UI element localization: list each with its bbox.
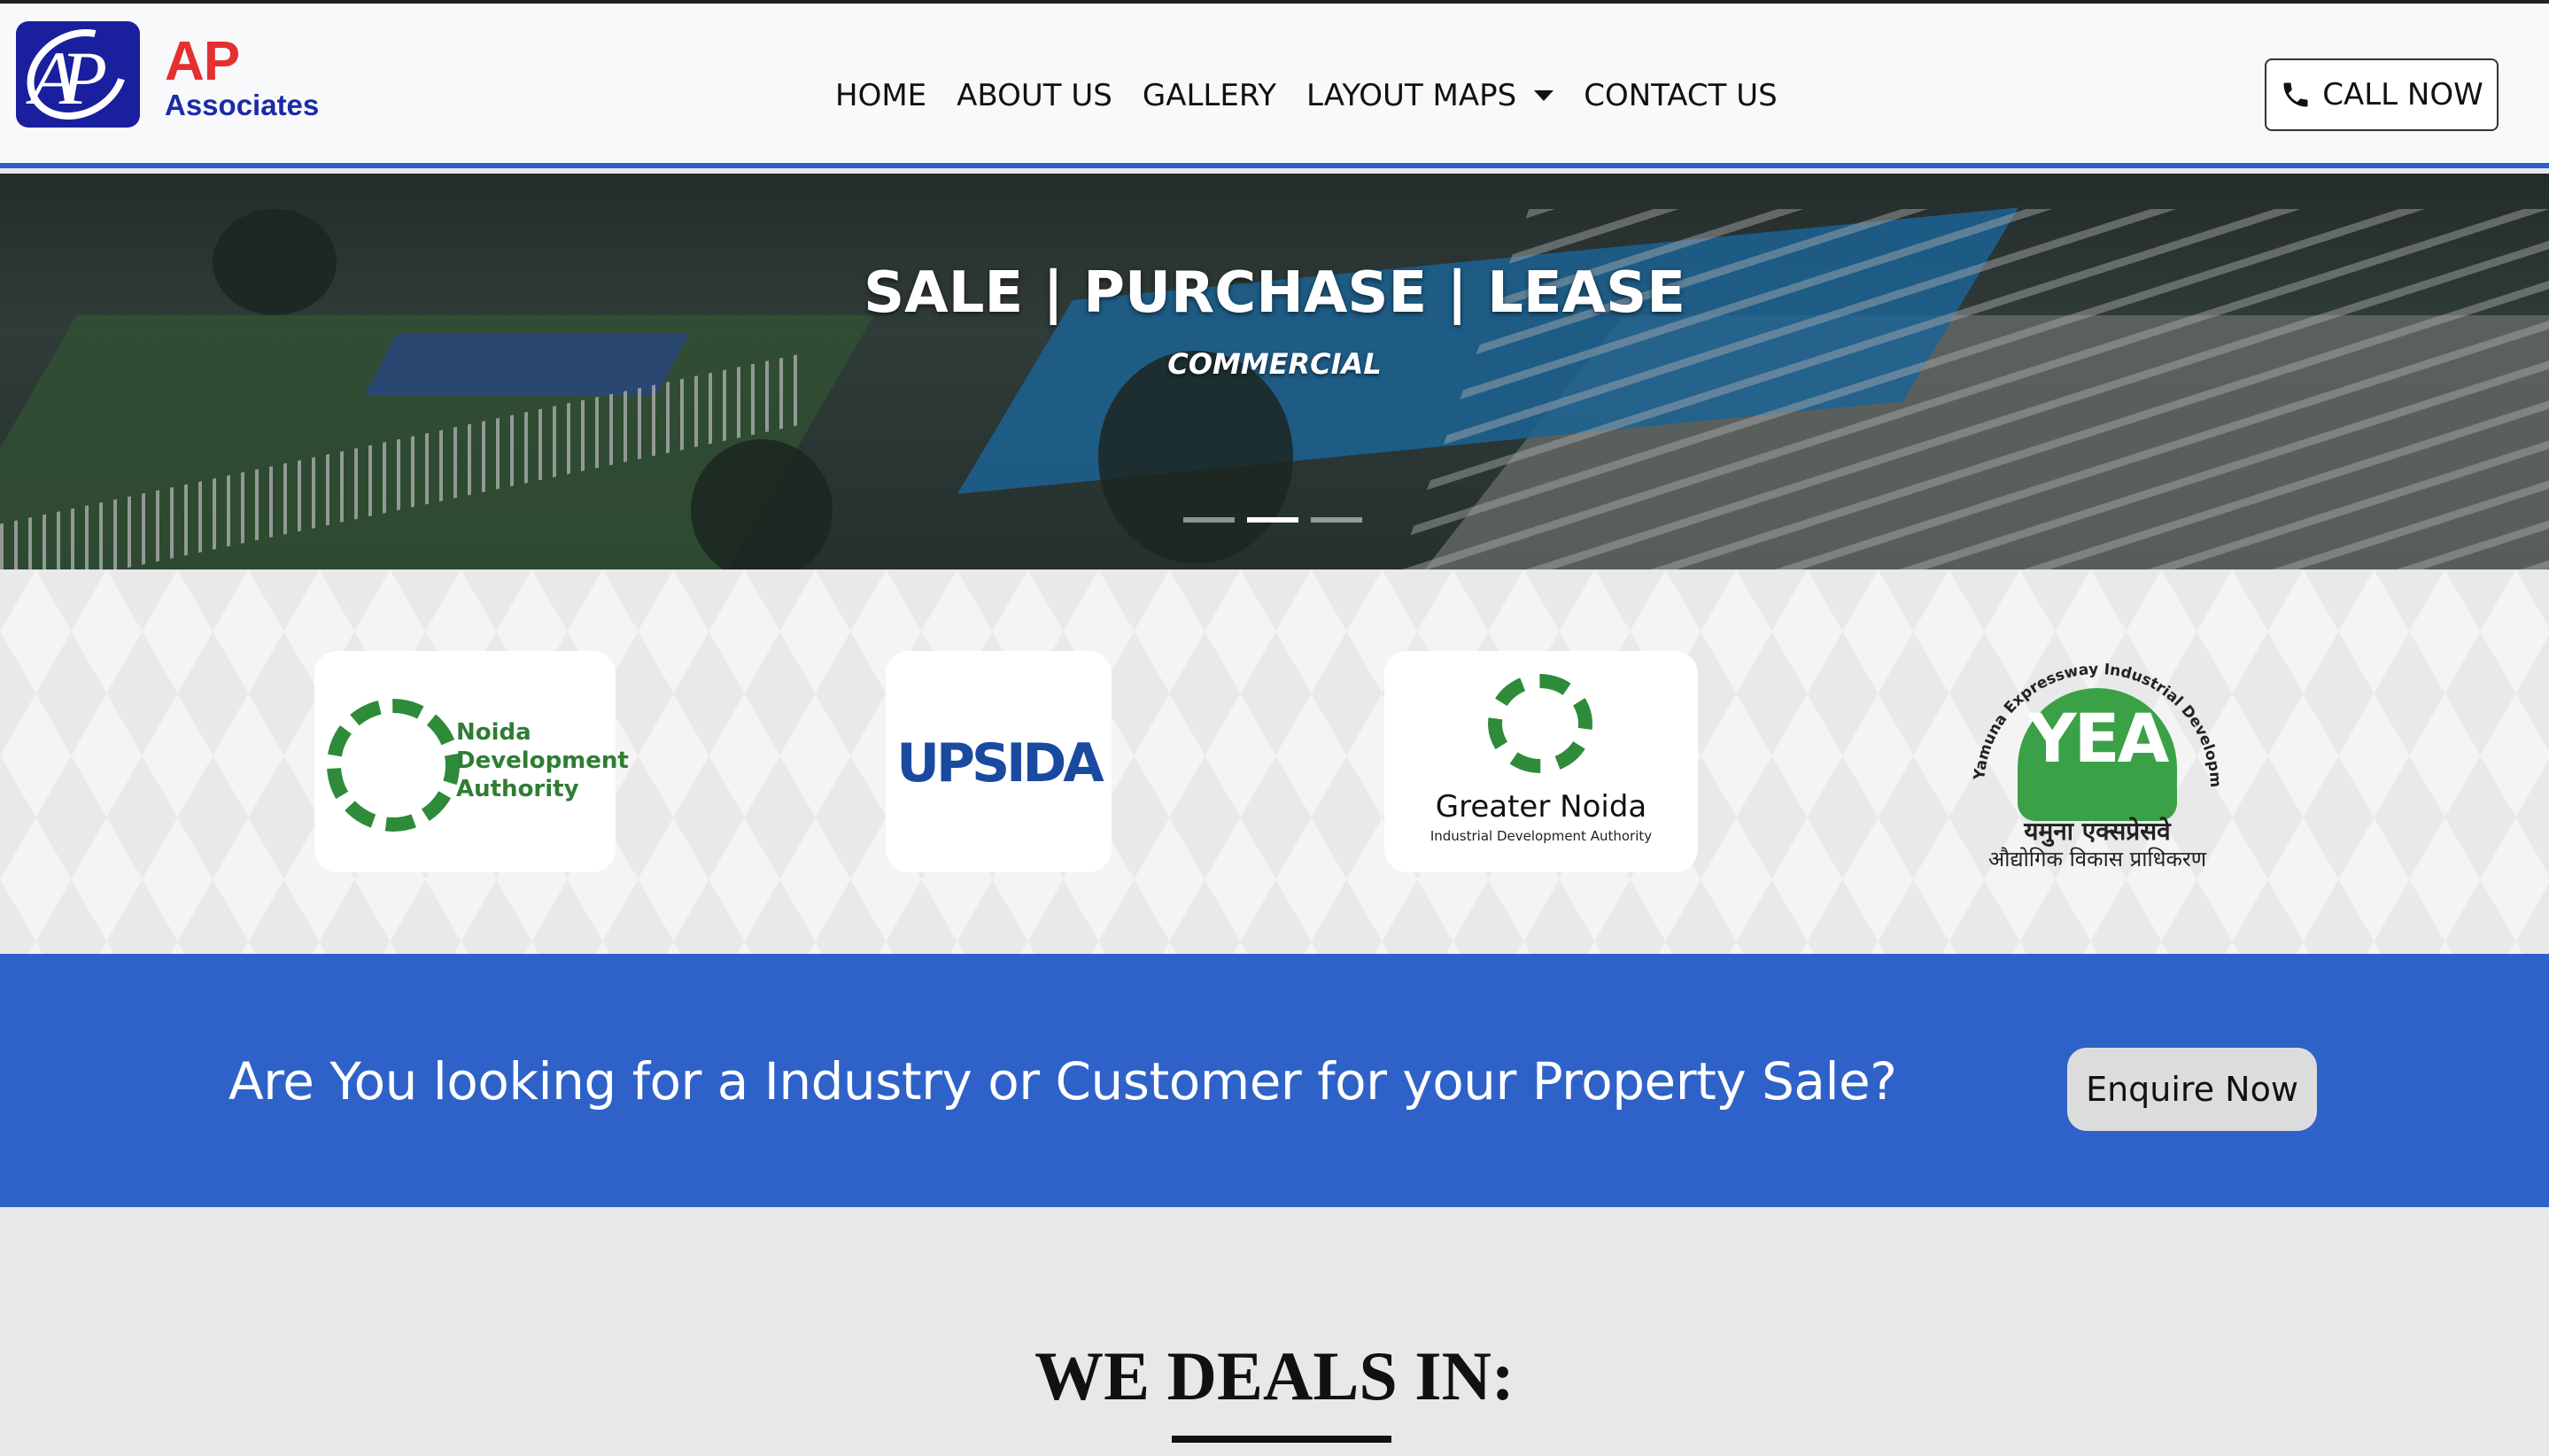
deals-title: WE DEALS IN: (1034, 1337, 1515, 1414)
greater-noida-title: Greater Noida (1435, 789, 1647, 825)
upsida-name: UPSIDA (896, 732, 1104, 794)
yea-initials: YEA (2027, 699, 2170, 778)
greater-noida-subtitle: Industrial Development Authority (1429, 828, 1653, 844)
gear-icon (327, 699, 460, 832)
noida-line-3: Authority (456, 776, 579, 802)
nav-gallery[interactable]: GALLERY (1143, 78, 1276, 113)
call-now-label: CALL NOW (2322, 77, 2483, 112)
yea-hindi-line-2: औद्योगिक विकास प्राधिकरण (1987, 847, 2207, 871)
gear-icon (1488, 674, 1592, 773)
noida-line-2: Development (456, 747, 629, 774)
enquiry-banner: Are You looking for a Industry or Custom… (0, 954, 2549, 1207)
call-now-button[interactable]: CALL NOW (2265, 58, 2499, 131)
brand-name-long[interactable]: Associates (165, 89, 319, 122)
hero-title: SALE | PURCHASE | LEASE (864, 260, 1685, 326)
chevron-down-icon (1534, 90, 1554, 101)
deals-section: WE DEALS IN: (0, 1207, 2549, 1456)
noida-authority-logo: Noida Development Authority (314, 651, 629, 872)
yea-logo: Yamuna Expressway Industrial Development… (1964, 637, 2230, 885)
brand-name-short[interactable]: AP (165, 30, 240, 93)
yea-hindi-line-1: यमुना एक्सप्रेसवे (2024, 817, 2171, 846)
nav-about-us[interactable]: ABOUT US (957, 78, 1112, 113)
main-nav: HOME ABOUT US GALLERY LAYOUT MAPS CONTAC… (835, 78, 1808, 113)
brand-logo[interactable]: AP (16, 21, 140, 128)
greater-noida-logo: Greater Noida Industrial Development Aut… (1384, 651, 1698, 872)
phone-icon (2283, 82, 2308, 107)
carousel-indicator-1[interactable] (1183, 517, 1235, 523)
authority-logos: Noida Development Authority UPSIDA Great… (0, 569, 2549, 954)
nav-layout-maps-label: LAYOUT MAPS (1306, 78, 1517, 113)
nav-home[interactable]: HOME (835, 78, 926, 113)
noida-authority-name: Noida Development Authority (456, 718, 629, 803)
carousel-indicator-2[interactable] (1247, 517, 1298, 523)
hero-carousel: SALE | PURCHASE | LEASE COMMERCIAL (0, 174, 2549, 569)
upsida-logo: UPSIDA (886, 651, 1112, 872)
hero-subtitle: COMMERCIAL (1167, 347, 1382, 381)
site-header: AP AP Associates HOME ABOUT US GALLERY L… (0, 4, 2549, 168)
deals-title-underline (1172, 1436, 1391, 1443)
nav-contact-us[interactable]: CONTACT US (1584, 78, 1778, 113)
nav-layout-maps[interactable]: LAYOUT MAPS (1306, 78, 1554, 113)
carousel-indicators (1183, 517, 1362, 523)
enquiry-banner-text: Are You looking for a Industry or Custom… (229, 1051, 1897, 1111)
noida-line-1: Noida (456, 719, 531, 746)
carousel-indicator-3[interactable] (1311, 517, 1362, 523)
logo-glyph: AP (30, 35, 107, 120)
enquire-now-button[interactable]: Enquire Now (2067, 1048, 2317, 1131)
